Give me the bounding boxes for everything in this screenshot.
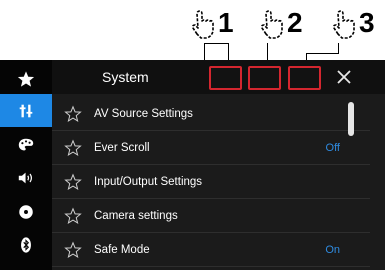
sidebar-item-theme[interactable] [0,128,52,161]
list-item-camera-settings[interactable]: Camera settings [52,199,370,233]
favorite-star-icon[interactable] [64,206,82,225]
callout-number: 1 [218,7,234,38]
star-icon [17,70,35,87]
pointing-hand-icon [260,10,283,39]
page-title: System [102,69,149,85]
sidebar [0,60,52,270]
list-item-label: Camera settings [94,209,178,222]
disc-icon [19,204,33,219]
list-item-safe-mode[interactable]: Safe Mode On [52,233,370,267]
list-item-label: AV Source Settings [94,107,193,120]
callout-2: 2 [258,3,303,43]
callout-leader [204,43,205,61]
header-bar: System [52,60,385,94]
sidebar-item-source[interactable] [0,195,52,228]
pointing-hand-icon [191,10,214,39]
callout-leader [338,43,339,53]
device-screen: System AV Source Settings Ever Scroll Of… [0,60,385,270]
favorite-star-icon[interactable] [64,104,82,123]
scrollbar-thumb[interactable] [348,102,354,136]
pointing-hand-icon [332,10,355,39]
settings-tools-icon [19,104,33,117]
callout-3: 3 [330,3,375,43]
callout-1: 1 [189,3,234,43]
header-button-3[interactable] [288,66,321,90]
list-item-label: Input/Output Settings [94,175,203,188]
favorite-star-icon[interactable] [64,240,82,259]
callout-number: 3 [359,7,375,38]
sidebar-item-bluetooth[interactable] [0,228,52,261]
list-item-label: Safe Mode [94,243,150,256]
favorite-star-icon[interactable] [64,172,82,191]
list-item-value: Off [325,141,340,154]
sidebar-item-favorites[interactable] [0,62,52,95]
list-item-input-output-settings[interactable]: Input/Output Settings [52,165,370,199]
sidebar-item-audio[interactable] [0,161,52,194]
list-item-av-source-settings[interactable]: AV Source Settings [52,97,370,131]
list-item-ever-scroll[interactable]: Ever Scroll Off [52,131,370,165]
list-item-value: On [325,243,340,256]
close-icon[interactable] [334,67,354,87]
callout-leader [306,53,339,54]
callout-leader [204,43,228,44]
palette-icon [18,138,34,150]
header-button-1[interactable] [209,66,242,90]
list-item-label: Ever Scroll [94,141,150,154]
header-button-2[interactable] [248,66,281,90]
favorite-star-icon[interactable] [64,138,82,157]
bluetooth-icon [21,236,31,253]
sidebar-item-system[interactable] [0,94,52,127]
callout-number: 2 [287,7,303,38]
settings-list: AV Source Settings Ever Scroll Off Input… [52,97,370,267]
speaker-icon [18,172,33,183]
